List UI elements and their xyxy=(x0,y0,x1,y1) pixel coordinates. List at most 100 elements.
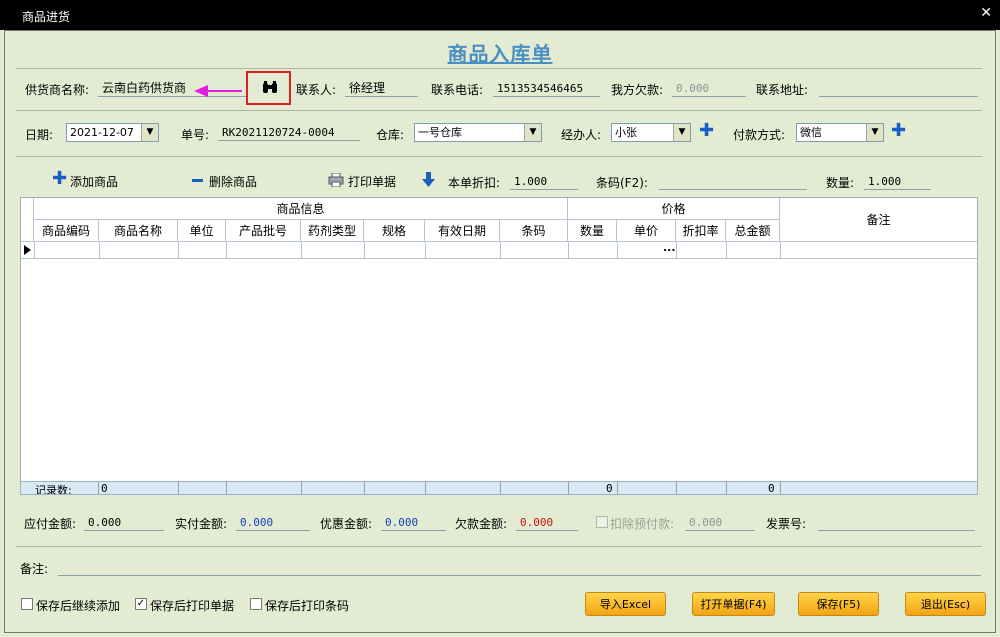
column-header[interactable]: 条码 xyxy=(500,220,568,242)
record-count: 0 xyxy=(101,482,108,495)
prepay-field: 0.000 xyxy=(685,514,755,531)
cell-divider xyxy=(301,482,302,494)
chevron-down-icon[interactable]: ▼ xyxy=(866,124,883,141)
cell-divider xyxy=(99,242,100,258)
handler-label: 经办人: xyxy=(561,128,602,142)
column-header[interactable]: 总金额 xyxy=(726,220,780,242)
payable-label: 应付金额: xyxy=(24,517,77,531)
add-handler-icon[interactable]: ✚ xyxy=(699,122,714,140)
payment-value: 微信 xyxy=(800,126,822,139)
total-sum: 0 xyxy=(768,482,775,495)
column-header[interactable]: 单价 xyxy=(617,220,676,242)
column-header[interactable]: 商品编码 xyxy=(34,220,99,242)
minus-icon[interactable] xyxy=(192,179,203,182)
cell-divider xyxy=(178,482,179,494)
invoice-field[interactable] xyxy=(818,514,975,531)
qty-field[interactable]: 1.000 xyxy=(864,173,931,190)
current-row-icon xyxy=(24,245,31,255)
print-order-label: 保存后打印单据 xyxy=(150,599,235,613)
divider xyxy=(16,546,982,547)
column-header[interactable]: 规格 xyxy=(364,220,425,242)
order-no-label: 单号: xyxy=(181,128,210,142)
save-button[interactable]: 保存(F5) xyxy=(798,592,879,616)
paid-label: 实付金额: xyxy=(175,517,228,531)
column-header[interactable]: 数量 xyxy=(568,220,617,242)
binoculars-icon[interactable] xyxy=(262,81,278,95)
cell-divider xyxy=(500,482,501,494)
window: 商品进货 ✕ 商品入库单 供货商名称: 云南白药供货商 联系人: 徐经理 联系电… xyxy=(0,0,1000,637)
barcode-field[interactable] xyxy=(659,173,807,190)
product-table[interactable]: 商品信息 价格 备注 商品编码 商品名称 单位 产品批号 药剂类型 规格 有效日… xyxy=(20,197,978,495)
delete-product-button[interactable]: 删除商品 xyxy=(209,173,257,190)
table-footer: 记录数: 0 0 0 xyxy=(21,481,977,495)
handler-select[interactable]: 小张 ▼ xyxy=(611,123,691,142)
table-row[interactable]: ... xyxy=(21,241,977,259)
print-order-checkbox[interactable]: ✓ xyxy=(135,598,147,610)
cell-divider xyxy=(226,482,227,494)
open-order-button[interactable]: 打开单据(F4) xyxy=(692,592,775,616)
continue-add-label: 保存后继续添加 xyxy=(36,599,121,613)
debt-label: 我方欠款: xyxy=(611,83,664,97)
supplier-label: 供货商名称: xyxy=(25,83,90,97)
cell-divider xyxy=(425,482,426,494)
order-no-field[interactable]: RK2021120724-0004 xyxy=(218,124,360,141)
barcode-label: 条码(F2): xyxy=(596,176,648,190)
chevron-down-icon[interactable]: ▼ xyxy=(673,124,690,141)
qty-label: 数量: xyxy=(826,176,855,190)
add-icon[interactable]: ✚ xyxy=(52,170,67,188)
cell-divider xyxy=(676,482,677,494)
prepay-checkbox[interactable] xyxy=(596,516,608,528)
cell-divider xyxy=(364,242,365,258)
phone-label: 联系电话: xyxy=(431,83,484,97)
cell-divider xyxy=(780,242,781,258)
print-button[interactable]: 打印单据 xyxy=(348,173,396,190)
owed-field: 0.000 xyxy=(516,514,578,531)
cell-divider xyxy=(617,482,618,494)
arrow-down-icon xyxy=(422,172,435,187)
payment-label: 付款方式: xyxy=(733,128,786,142)
phone-field[interactable]: 1513534546465 xyxy=(493,80,600,97)
exit-button[interactable]: 退出(Esc) xyxy=(905,592,986,616)
discount-amount-field[interactable]: 0.000 xyxy=(381,514,446,531)
price-ellipsis-button[interactable]: ... xyxy=(663,241,676,254)
import-excel-button[interactable]: 导入Excel xyxy=(585,592,666,616)
qty-sum: 0 xyxy=(606,482,613,495)
date-picker[interactable]: 2021-12-07 ▼ xyxy=(66,123,159,142)
payment-select[interactable]: 微信 ▼ xyxy=(796,123,884,142)
date-value: 2021-12-07 xyxy=(70,126,134,139)
cell-divider xyxy=(425,242,426,258)
column-header[interactable]: 药剂类型 xyxy=(301,220,364,242)
printer-icon[interactable] xyxy=(328,173,344,187)
contact-field[interactable]: 徐经理 xyxy=(345,80,418,97)
remark-label: 备注: xyxy=(20,562,49,576)
discount-field[interactable]: 1.000 xyxy=(510,173,578,190)
divider xyxy=(16,68,982,69)
cell-divider xyxy=(617,242,618,258)
close-icon[interactable]: ✕ xyxy=(980,5,992,21)
column-header[interactable]: 产品批号 xyxy=(226,220,301,242)
cell-divider xyxy=(178,242,179,258)
column-header[interactable]: 单位 xyxy=(178,220,226,242)
warehouse-select[interactable]: 一号仓库 ▼ xyxy=(414,123,542,142)
column-header[interactable]: 商品名称 xyxy=(99,220,178,242)
remark-field[interactable] xyxy=(58,559,981,576)
continue-add-checkbox[interactable] xyxy=(21,598,33,610)
date-label: 日期: xyxy=(25,128,54,142)
print-barcode-checkbox[interactable] xyxy=(250,598,262,610)
window-title: 商品进货 xyxy=(22,10,71,24)
address-field[interactable] xyxy=(819,80,978,97)
owed-label: 欠款金额: xyxy=(455,517,508,531)
debt-field: 0.000 xyxy=(672,80,746,97)
chevron-down-icon[interactable]: ▼ xyxy=(141,124,158,141)
warehouse-value: 一号仓库 xyxy=(418,126,462,139)
annotation-arrow-icon xyxy=(194,85,242,97)
add-product-button[interactable]: 添加商品 xyxy=(70,173,118,190)
cell-divider xyxy=(676,242,677,258)
paid-field[interactable]: 0.000 xyxy=(236,514,310,531)
column-header-remark[interactable]: 备注 xyxy=(780,198,977,242)
cell-divider xyxy=(98,482,99,494)
column-header[interactable]: 有效日期 xyxy=(425,220,500,242)
chevron-down-icon[interactable]: ▼ xyxy=(524,124,541,141)
add-payment-icon[interactable]: ✚ xyxy=(891,122,906,140)
column-header[interactable]: 折扣率 xyxy=(676,220,726,242)
